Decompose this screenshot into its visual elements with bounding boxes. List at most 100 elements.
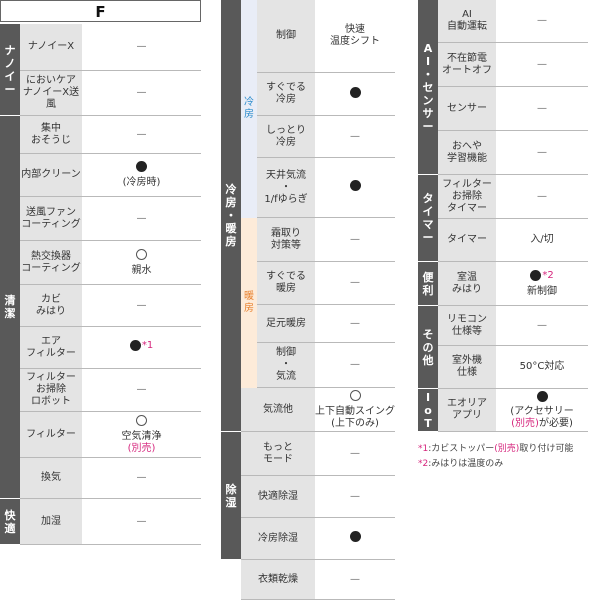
- feature-label: フィルター: [20, 412, 82, 457]
- value-text: 50°C対応: [519, 361, 565, 372]
- feature-label: カビ みはり: [20, 285, 82, 326]
- table-row: カビ みはり —: [20, 285, 201, 327]
- footnote-star: *2: [418, 459, 429, 469]
- table-row: 冷房除湿: [241, 518, 395, 560]
- feature-label: 霜取り 対策等: [257, 218, 315, 261]
- feature-value: —: [496, 87, 588, 130]
- table-row: 制御 快速 温度シフト: [257, 0, 395, 73]
- filled-circle-icon: [349, 86, 361, 98]
- feature-label: 換気: [20, 458, 82, 498]
- feature-value: —: [315, 305, 395, 342]
- value-line: (別売): [128, 443, 156, 455]
- dash-value: —: [350, 573, 360, 585]
- feature-value: [315, 158, 395, 217]
- feature-label: 天井気流 ・ 1/fゆらぎ: [257, 158, 315, 217]
- value-text: (アクセサリー: [510, 405, 574, 417]
- footnote-text: :カビストッパー: [428, 444, 495, 454]
- table-row: 加湿 —: [20, 499, 201, 545]
- table-row: 制御 ・ 気流 —: [257, 343, 395, 388]
- open-circle-icon: [136, 414, 147, 426]
- feature-value: —: [315, 262, 395, 304]
- feature-label: 衣類乾燥: [241, 560, 315, 599]
- feature-value: —: [82, 458, 201, 498]
- category-label: そ の 他: [418, 306, 438, 389]
- dash-value: —: [136, 515, 147, 527]
- feature-label: もっと モード: [241, 432, 315, 475]
- feature-label: ナノイーX: [20, 24, 82, 70]
- category-label: ナノイー: [0, 24, 20, 116]
- dash-value: —: [537, 102, 547, 114]
- table-row: 送風ファン コーティング —: [20, 197, 201, 241]
- table-column-1: F ナノイー 清潔 快適 ナノイーX — においケア ナノイーX送風 — 集中 おそうじ — 内部…: [0, 0, 201, 545]
- dash-value: —: [350, 130, 360, 142]
- mark-line: *2: [530, 269, 554, 285]
- table-row: フィルター お掃除 タイマー —: [438, 175, 588, 219]
- mark-line: [536, 390, 548, 406]
- feature-label: タイマー: [438, 219, 496, 261]
- value-text: 入/切: [530, 234, 554, 245]
- mark-line: [136, 161, 147, 176]
- feature-value: (冷房時): [82, 154, 201, 196]
- category-label: タ イ マ ー: [418, 175, 438, 262]
- table-row: 不在節電 オートオフ —: [438, 43, 588, 87]
- dash-value: —: [136, 87, 147, 98]
- feature-label: 気流他: [241, 388, 315, 431]
- feature-label: リモコン 仕様等: [438, 306, 496, 345]
- table-row: フィルター 空気清浄 (別売): [20, 412, 201, 458]
- filled-circle-icon: [349, 531, 361, 542]
- table-row: フィルター お掃除 ロボット —: [20, 369, 201, 412]
- feature-value: 50°C対応: [496, 346, 588, 388]
- feature-label: 快適除湿: [241, 476, 315, 517]
- dash-value: —: [537, 15, 547, 26]
- feature-label: エオリア アプリ: [438, 389, 496, 431]
- dash-value: —: [136, 299, 147, 311]
- value-text: (冷房時): [122, 177, 161, 188]
- table-row: 室温 みはり *2 新制御: [438, 262, 588, 306]
- table-row: もっと モード —: [241, 432, 395, 476]
- feature-label: 集中 おそうじ: [20, 116, 82, 153]
- dash-value: —: [136, 128, 147, 140]
- value-text: 親水: [131, 264, 152, 276]
- mark-line: [349, 86, 361, 102]
- table-row: 集中 おそうじ —: [20, 116, 201, 154]
- dash-value: —: [350, 233, 360, 245]
- feature-label: 熱交換器 コーティング: [20, 241, 82, 284]
- dash-value: —: [136, 384, 147, 395]
- footnote-tail: 取り付け可能: [519, 444, 574, 454]
- table-row: エオリア アプリ (アクセサリー (別売)が必要): [438, 389, 588, 432]
- table-row: タイマー 入/切: [438, 219, 588, 262]
- feature-value: [315, 73, 395, 115]
- footnote-pink: (別売): [494, 444, 520, 454]
- feature-value: —: [315, 432, 395, 475]
- feature-value: —: [496, 306, 588, 345]
- footnote-2: *2:みはりは温度のみ: [418, 456, 503, 469]
- table-row: 気流他 上下自動スイング (上下のみ): [241, 388, 395, 432]
- feature-value: —: [315, 560, 395, 599]
- category-label: I o T: [418, 389, 438, 432]
- dash-value: —: [350, 317, 360, 329]
- table-column-2: 冷 房 ・ 暖 房除 湿 冷 房暖 房 制御 快速 温度シフト すぐでる 冷房 しっとり …: [221, 0, 395, 600]
- feature-label: 送風ファン コーティング: [20, 197, 82, 240]
- open-circle-icon: [136, 248, 147, 260]
- feature-label: フィルター お掃除 ロボット: [20, 369, 82, 411]
- feature-label: 室外機 仕様: [438, 346, 496, 388]
- feature-value: —: [496, 43, 588, 86]
- feature-value: 上下自動スイング (上下のみ): [315, 388, 395, 431]
- option-note: (別売): [511, 417, 539, 429]
- table-row: 室外機 仕様 50°C対応: [438, 346, 588, 389]
- dash-value: —: [537, 190, 547, 202]
- feature-label: 冷房除湿: [241, 518, 315, 559]
- table-row: 天井気流 ・ 1/fゆらぎ: [257, 158, 395, 218]
- mark-line: [136, 414, 147, 430]
- category-label: 冷 房 ・ 暖 房: [221, 0, 241, 432]
- table-row: 内部クリーン (冷房時): [20, 154, 201, 197]
- mark-line: [136, 248, 147, 264]
- dash-value: —: [537, 319, 547, 331]
- value-tail: が必要): [538, 417, 573, 429]
- dash-value: —: [136, 41, 147, 52]
- feature-label: すぐでる 冷房: [257, 73, 315, 115]
- value-text: 空気清浄: [121, 430, 162, 442]
- feature-label: 不在節電 オートオフ: [438, 43, 496, 86]
- filled-circle-icon: [530, 269, 542, 281]
- feature-value: —: [315, 218, 395, 261]
